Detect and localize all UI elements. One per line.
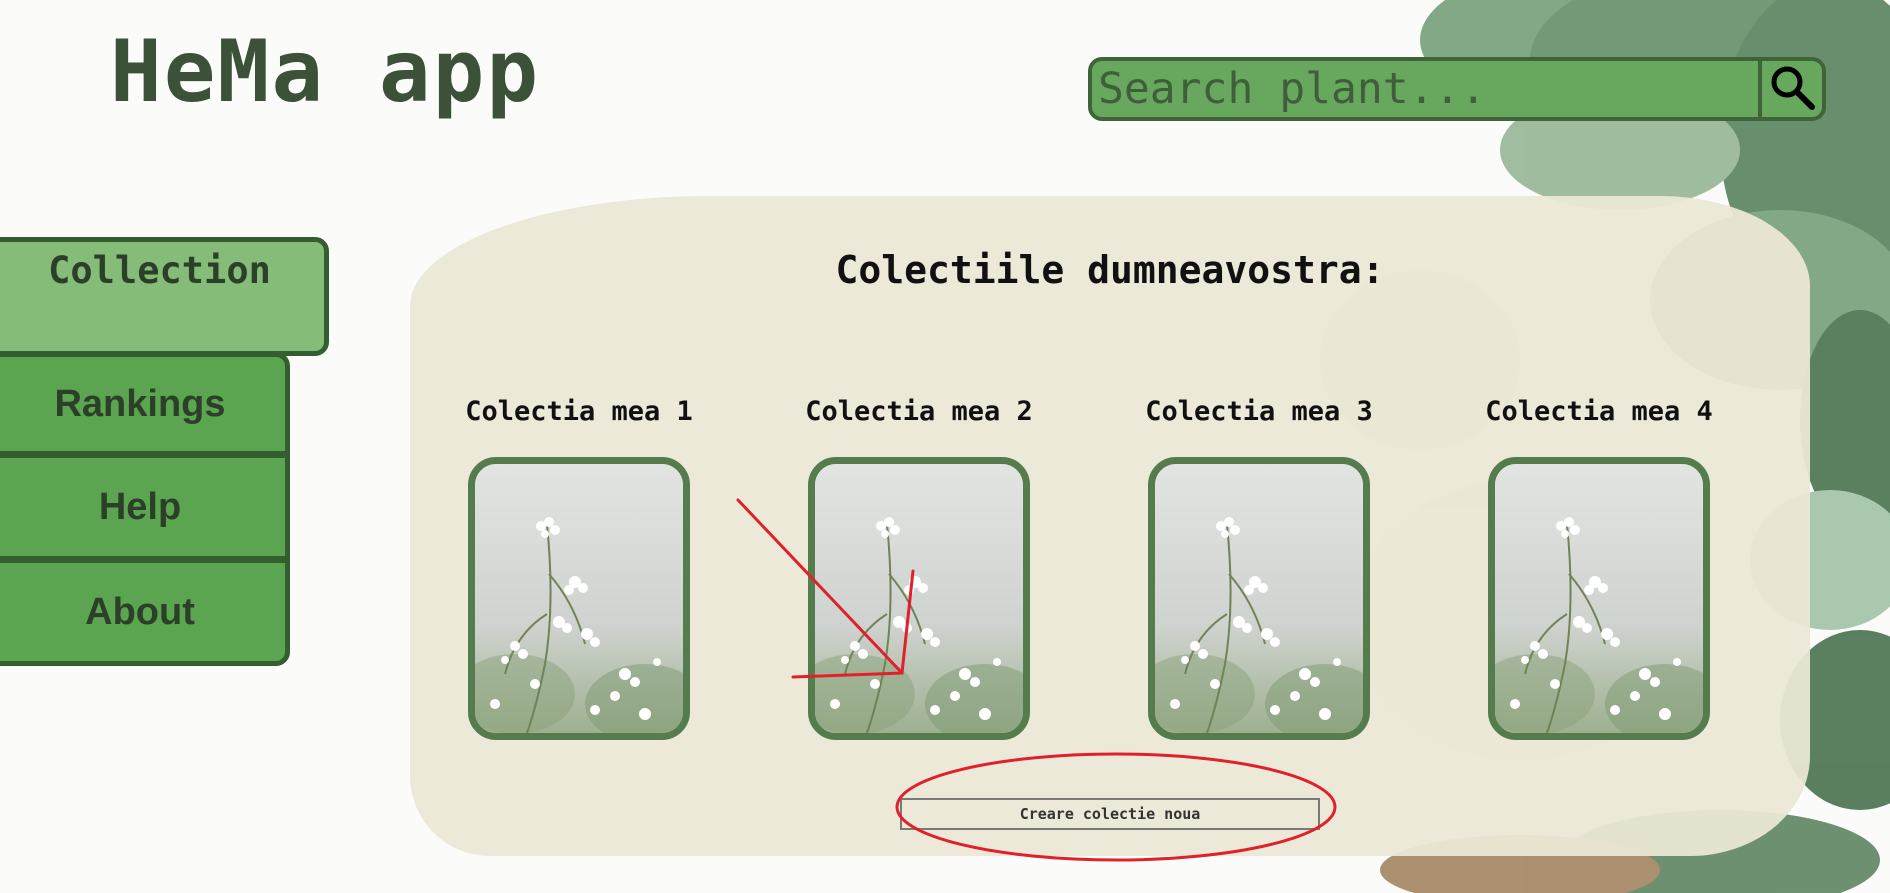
collection-card[interactable]: Colectia mea 4 (1484, 396, 1714, 740)
sidebar-item-rankings[interactable]: Rankings (0, 352, 290, 456)
flower-image (1155, 464, 1363, 733)
collection-title: Colectia mea 1 (465, 396, 693, 427)
search-button[interactable] (1758, 61, 1822, 117)
collection-title: Colectia mea 4 (1485, 396, 1713, 427)
collection-title: Colectia mea 2 (805, 396, 1033, 427)
flower-image (815, 464, 1023, 733)
search-input[interactable] (1092, 61, 1758, 117)
collection-thumbnail[interactable] (1148, 457, 1370, 740)
collection-card[interactable]: Colectia mea 1 (464, 396, 694, 740)
sidebar-item-label: Help (98, 485, 182, 528)
create-collection-button[interactable]: Creare colectie noua (900, 798, 1320, 830)
app-title: HeMa app (110, 22, 541, 122)
search-icon (1768, 63, 1816, 115)
sidebar-item-label: Collection (48, 249, 271, 292)
collection-thumbnail[interactable] (468, 457, 690, 740)
collections-panel: Colectiile dumneavostra: Colectia mea 1 … (410, 196, 1810, 856)
search-bar (1088, 57, 1826, 121)
flower-image (1495, 464, 1703, 733)
collection-card[interactable]: Colectia mea 3 (1144, 396, 1374, 740)
collection-thumbnail[interactable] (808, 457, 1030, 740)
collection-title: Colectia mea 3 (1145, 396, 1373, 427)
sidebar-item-about[interactable]: About (0, 558, 290, 666)
page-title: Colectiile dumneavostra: (835, 248, 1385, 292)
sidebar-item-collection[interactable]: Collection (0, 237, 329, 356)
sidebar-item-label: About (85, 590, 195, 633)
collection-thumbnail[interactable] (1488, 457, 1710, 740)
flower-image (475, 464, 683, 733)
collection-card[interactable]: Colectia mea 2 (804, 396, 1034, 740)
sidebar-item-help[interactable]: Help (0, 453, 290, 561)
sidebar-item-label: Rankings (54, 382, 226, 425)
